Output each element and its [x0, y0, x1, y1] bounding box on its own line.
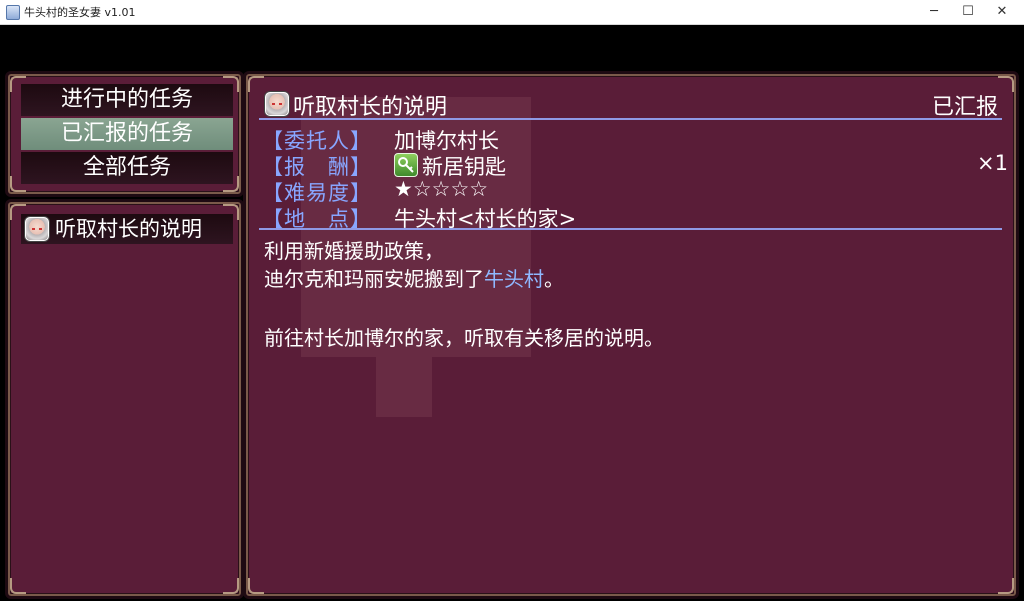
description-line-1: 利用新婚援助政策， — [264, 239, 444, 263]
panel-corner — [998, 578, 1014, 594]
close-button[interactable]: ✕ — [985, 0, 1019, 24]
category-in-progress[interactable]: 进行中的任务 — [21, 84, 233, 116]
elder-avatar-icon — [25, 217, 49, 241]
info-divider — [259, 228, 1002, 230]
quest-list-panel: 听取村长的说明 — [5, 199, 244, 599]
quest-watermark — [376, 357, 432, 417]
description-line-2: 迪尔克和玛丽安妮搬到了牛头村。 — [264, 267, 564, 291]
window-title: 牛头村的圣女妻 v1.01 — [24, 6, 136, 19]
window-titlebar: 牛头村的圣女妻 v1.01 ─ ☐ ✕ — [0, 0, 1024, 25]
maximize-button[interactable]: ☐ — [951, 0, 985, 24]
game-screen: 进行中的任务 已汇报的任务 全部任务 听取村长的说明 听取村长的说明 已汇报 【… — [0, 25, 1024, 601]
title-divider — [259, 118, 1002, 120]
quest-list-item-label: 听取村长的说明 — [55, 217, 202, 241]
category-panel: 进行中的任务 已汇报的任务 全部任务 — [5, 71, 244, 197]
key-icon — [394, 153, 418, 177]
difficulty-stars: ★☆☆☆☆ — [394, 177, 489, 201]
village-name-highlight: 牛头村 — [484, 267, 544, 291]
quest-list-item[interactable]: 听取村长的说明 — [21, 214, 233, 244]
app-icon — [6, 5, 20, 20]
quest-detail-panel: 听取村长的说明 已汇报 【委托人】 加博尔村长 【报 酬】 新居钥匙 ×1 【难… — [243, 71, 1019, 599]
minimize-button[interactable]: ─ — [917, 0, 951, 24]
panel-corner — [998, 76, 1014, 92]
panel-corner — [248, 578, 264, 594]
panel-corner — [10, 578, 26, 594]
description-line-3: 前往村长加博尔的家，听取有关移居的说明。 — [264, 326, 664, 350]
category-all[interactable]: 全部任务 — [21, 152, 233, 184]
quest-title-avatar-icon — [265, 92, 289, 116]
panel-corner — [223, 578, 239, 594]
quest-title: 听取村长的说明 — [293, 95, 448, 120]
category-reported[interactable]: 已汇报的任务 — [21, 118, 233, 150]
quest-status: 已汇报 — [931, 95, 998, 120]
reward-quantity: ×1 — [977, 151, 1008, 175]
panel-corner — [248, 76, 264, 92]
